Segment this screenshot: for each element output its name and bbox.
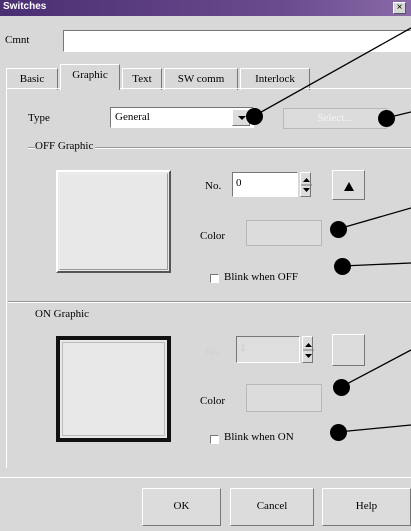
off-no-field[interactable]: 0 — [232, 172, 298, 197]
callout-dot-icon — [333, 379, 350, 396]
on-blink-checkbox[interactable] — [210, 435, 219, 444]
off-blink-label: Blink when OFF — [224, 271, 298, 283]
close-icon: × — [396, 2, 403, 13]
type-select[interactable]: General — [110, 107, 254, 128]
callout-dot-icon — [330, 424, 347, 441]
tab-graphic[interactable]: Graphic — [60, 64, 120, 90]
off-no-label: No. — [205, 180, 222, 192]
select-graphic-button[interactable]: Select... — [283, 108, 387, 129]
tab-interlock[interactable]: Interlock — [240, 68, 310, 90]
on-color-swatch[interactable] — [246, 384, 322, 412]
tab-text[interactable]: Text — [122, 68, 162, 90]
on-graphic-group-label: ON Graphic — [35, 308, 92, 320]
title-bar[interactable]: Switches × — [0, 0, 411, 16]
on-group-divider — [8, 301, 411, 303]
on-no-field[interactable]: 1 — [236, 336, 300, 363]
off-color-label: Color — [200, 230, 226, 242]
off-color-swatch[interactable] — [246, 220, 322, 246]
on-color-label: Color — [200, 395, 226, 407]
tab-text-label: Text — [132, 73, 152, 85]
callout-dot-icon — [378, 110, 395, 127]
off-graphic-group-label: OFF Graphic — [35, 140, 96, 152]
tab-basic[interactable]: Basic — [6, 68, 58, 90]
up-triangle-icon — [344, 182, 354, 191]
on-no-spinner[interactable] — [302, 336, 314, 363]
on-apply-button[interactable] — [332, 334, 365, 366]
ok-button[interactable]: OK — [142, 488, 221, 526]
comment-input[interactable] — [63, 30, 411, 52]
off-graphic-preview[interactable] — [56, 170, 171, 273]
spin-arrows-icon — [303, 343, 314, 358]
on-graphic-preview[interactable] — [56, 336, 171, 442]
type-select-value: General — [115, 111, 150, 123]
on-blink-label: Blink when ON — [224, 431, 294, 443]
comment-label: Cmnt — [5, 34, 30, 46]
close-button[interactable]: × — [393, 2, 406, 14]
callout-dot-icon — [246, 108, 263, 125]
callout-dot-icon — [330, 221, 347, 238]
off-preview-inner — [59, 173, 168, 270]
callout-dot-icon — [334, 258, 351, 275]
on-preview-inner — [62, 342, 165, 436]
cancel-button[interactable]: Cancel — [230, 488, 314, 526]
window-title: Switches — [3, 1, 47, 12]
on-no-label: No. — [205, 346, 222, 358]
spin-arrows-icon — [301, 178, 312, 192]
tab-graphic-label: Graphic — [72, 69, 108, 81]
tab-basic-label: Basic — [19, 73, 45, 85]
off-blink-checkbox[interactable] — [210, 274, 219, 283]
off-no-value: 0 — [236, 177, 242, 189]
off-no-spinner[interactable] — [300, 172, 312, 197]
off-apply-button[interactable] — [332, 170, 365, 200]
tab-sw-comm-label: SW comm — [177, 73, 225, 85]
tab-interlock-label: Interlock — [255, 73, 295, 85]
tab-sw-comm[interactable]: SW comm — [164, 68, 238, 90]
switches-dialog: Switches × Cmnt Basic Graphic Text SW co… — [0, 0, 411, 531]
help-button[interactable]: Help — [322, 488, 411, 526]
type-label: Type — [28, 112, 50, 124]
on-no-value: 1 — [240, 342, 246, 354]
